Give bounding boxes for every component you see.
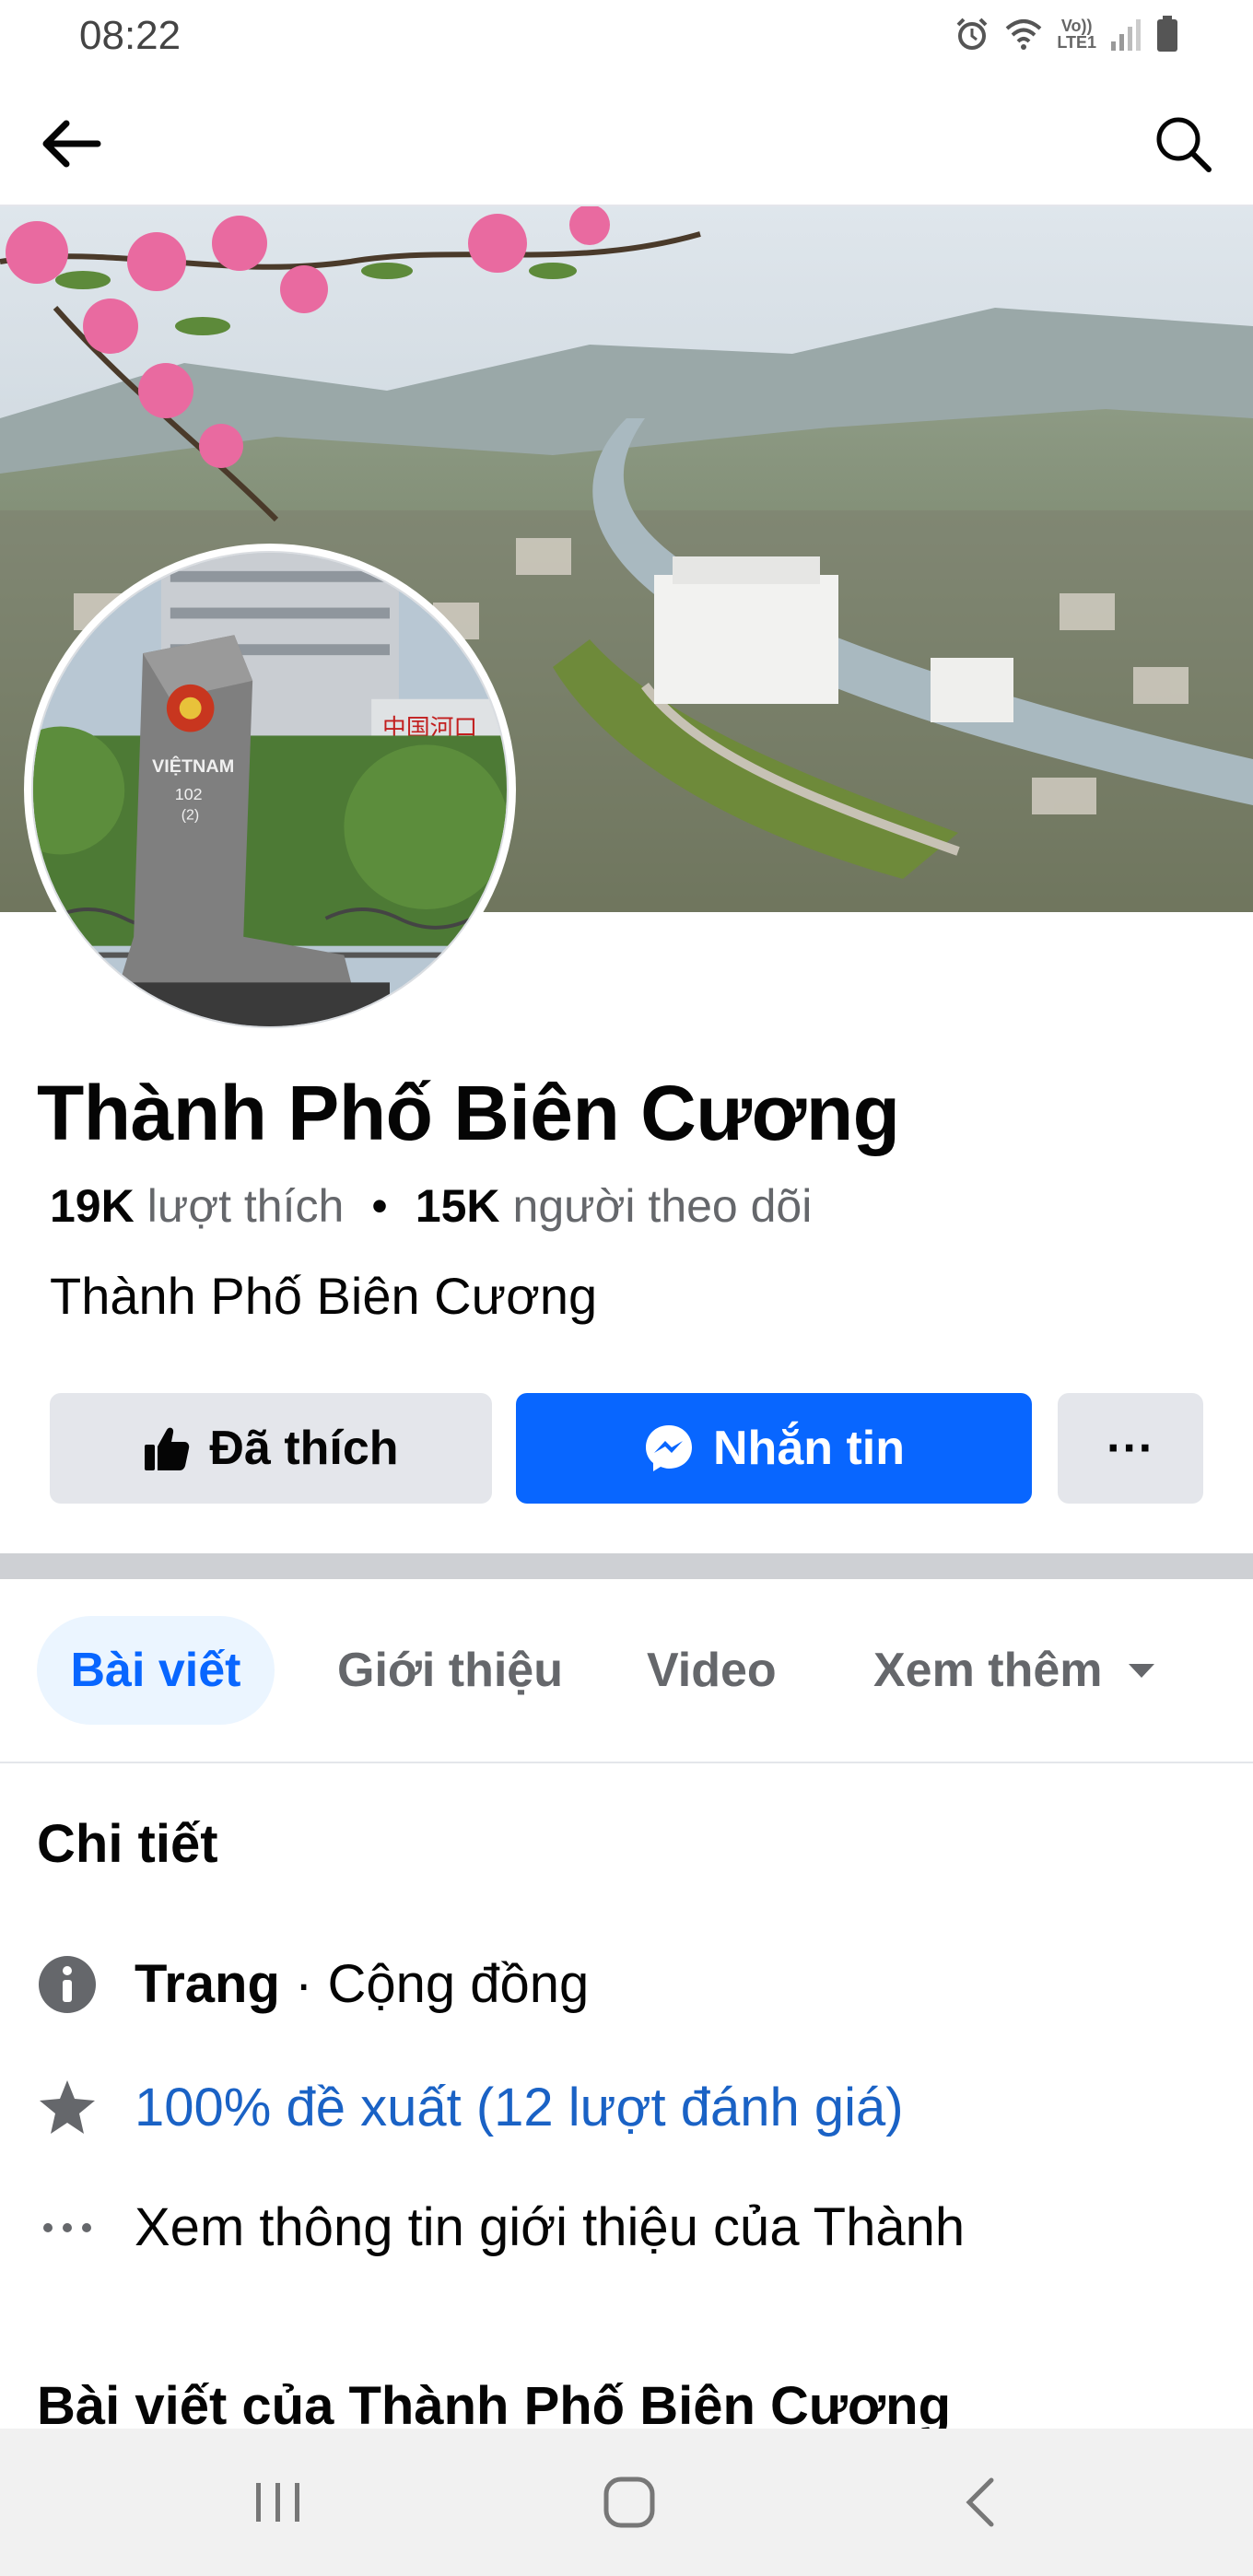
- home-button[interactable]: [592, 2465, 666, 2539]
- profile-picture[interactable]: 中国河口 VIỆTNAM 102 (2): [24, 544, 516, 1036]
- liked-button-label: Đã thích: [209, 1422, 399, 1475]
- followers-count: 15K: [415, 1180, 500, 1232]
- search-button[interactable]: [1150, 111, 1216, 177]
- tab-about[interactable]: Giới thiệu: [337, 1616, 563, 1725]
- top-navigation-bar: [0, 77, 1253, 206]
- border-marker-photo: 中国河口 VIỆTNAM 102 (2): [33, 553, 507, 1026]
- marker-number-text: 102: [175, 785, 203, 803]
- back-button[interactable]: [37, 111, 103, 177]
- more-actions-button[interactable]: ···: [1058, 1393, 1203, 1504]
- about-row[interactable]: Xem thông tin giới thiệu của Thành: [37, 2196, 965, 2258]
- recent-apps-icon: [256, 2483, 299, 2522]
- signal-icon: [1111, 19, 1141, 51]
- home-icon: [603, 2476, 655, 2528]
- marker-country-text: VIỆTNAM: [152, 755, 234, 777]
- more-dots-icon: [37, 2197, 98, 2258]
- message-button-label: Nhắn tin: [713, 1422, 905, 1475]
- rating-text: 100% đề xuất (12 lượt đánh giá): [135, 2078, 904, 2137]
- page-title: Thành Phố Biên Cương: [37, 1070, 900, 1156]
- caret-down-icon: [1128, 1664, 1154, 1678]
- system-navigation-bar: [0, 2429, 1253, 2576]
- tab-see-more-label: Xem thêm: [873, 1644, 1103, 1697]
- likes-label: lượt thích: [146, 1180, 345, 1232]
- stats-separator: •: [371, 1180, 388, 1232]
- profile-picture-frame: 中国河口 VIỆTNAM 102 (2): [31, 551, 509, 1028]
- posts-section-title: Bài viết của Thành Phố Biên Cương: [37, 2376, 952, 2429]
- wifi-icon: [1006, 19, 1042, 50]
- page-category: Thành Phố Biên Cương: [50, 1267, 598, 1325]
- system-back-button[interactable]: [943, 2465, 1017, 2539]
- thumbs-up-icon: [143, 1424, 191, 1472]
- status-time: 08:22: [79, 13, 182, 58]
- info-icon: [37, 1954, 98, 2015]
- page-tabs: Bài viết Giới thiệu Video Xem thêm: [0, 1579, 1253, 1763]
- rating-row[interactable]: 100% đề xuất (12 lượt đánh giá): [37, 2077, 904, 2138]
- messenger-icon: [643, 1423, 695, 1474]
- battery-icon: [1157, 16, 1177, 52]
- network-label-bottom: LTE1: [1057, 33, 1096, 52]
- chevron-left-icon: [966, 2477, 994, 2527]
- section-divider: [0, 1553, 1253, 1579]
- network-label-top: Vo)): [1060, 17, 1093, 35]
- network-type-indicator: Vo)) LTE1: [1057, 18, 1096, 51]
- details-title: Chi tiết: [37, 1814, 218, 1874]
- followers-label: người theo dõi: [512, 1180, 813, 1232]
- tab-see-more[interactable]: Xem thêm: [873, 1616, 1156, 1725]
- alarm-icon: [956, 18, 988, 50]
- star-icon: [37, 2078, 98, 2138]
- tab-posts[interactable]: Bài viết: [37, 1616, 275, 1725]
- likes-count: 19K: [50, 1180, 135, 1232]
- liked-button[interactable]: Đã thích: [50, 1393, 492, 1504]
- status-bar: 08:22 Vo)) LTE1: [0, 0, 1253, 77]
- arrow-left-icon: [42, 120, 101, 168]
- more-actions-label: ···: [1107, 1422, 1154, 1475]
- tab-video[interactable]: Video: [647, 1616, 777, 1725]
- search-icon: [1156, 117, 1212, 172]
- page-type-row: Trang · Cộng đồng: [37, 1953, 589, 2015]
- page-type-value: · Cộng đồng: [279, 1954, 590, 2014]
- page-stats[interactable]: 19K lượt thích • 15K người theo dõi: [50, 1179, 812, 1233]
- recent-apps-button[interactable]: [241, 2465, 315, 2539]
- page-type-label: Trang: [135, 1954, 280, 2014]
- status-icons: Vo)) LTE1: [954, 15, 1179, 53]
- marker-sub-text: (2): [182, 808, 199, 824]
- message-button[interactable]: Nhắn tin: [516, 1393, 1032, 1504]
- about-link-text: Xem thông tin giới thiệu của Thành: [135, 2197, 966, 2257]
